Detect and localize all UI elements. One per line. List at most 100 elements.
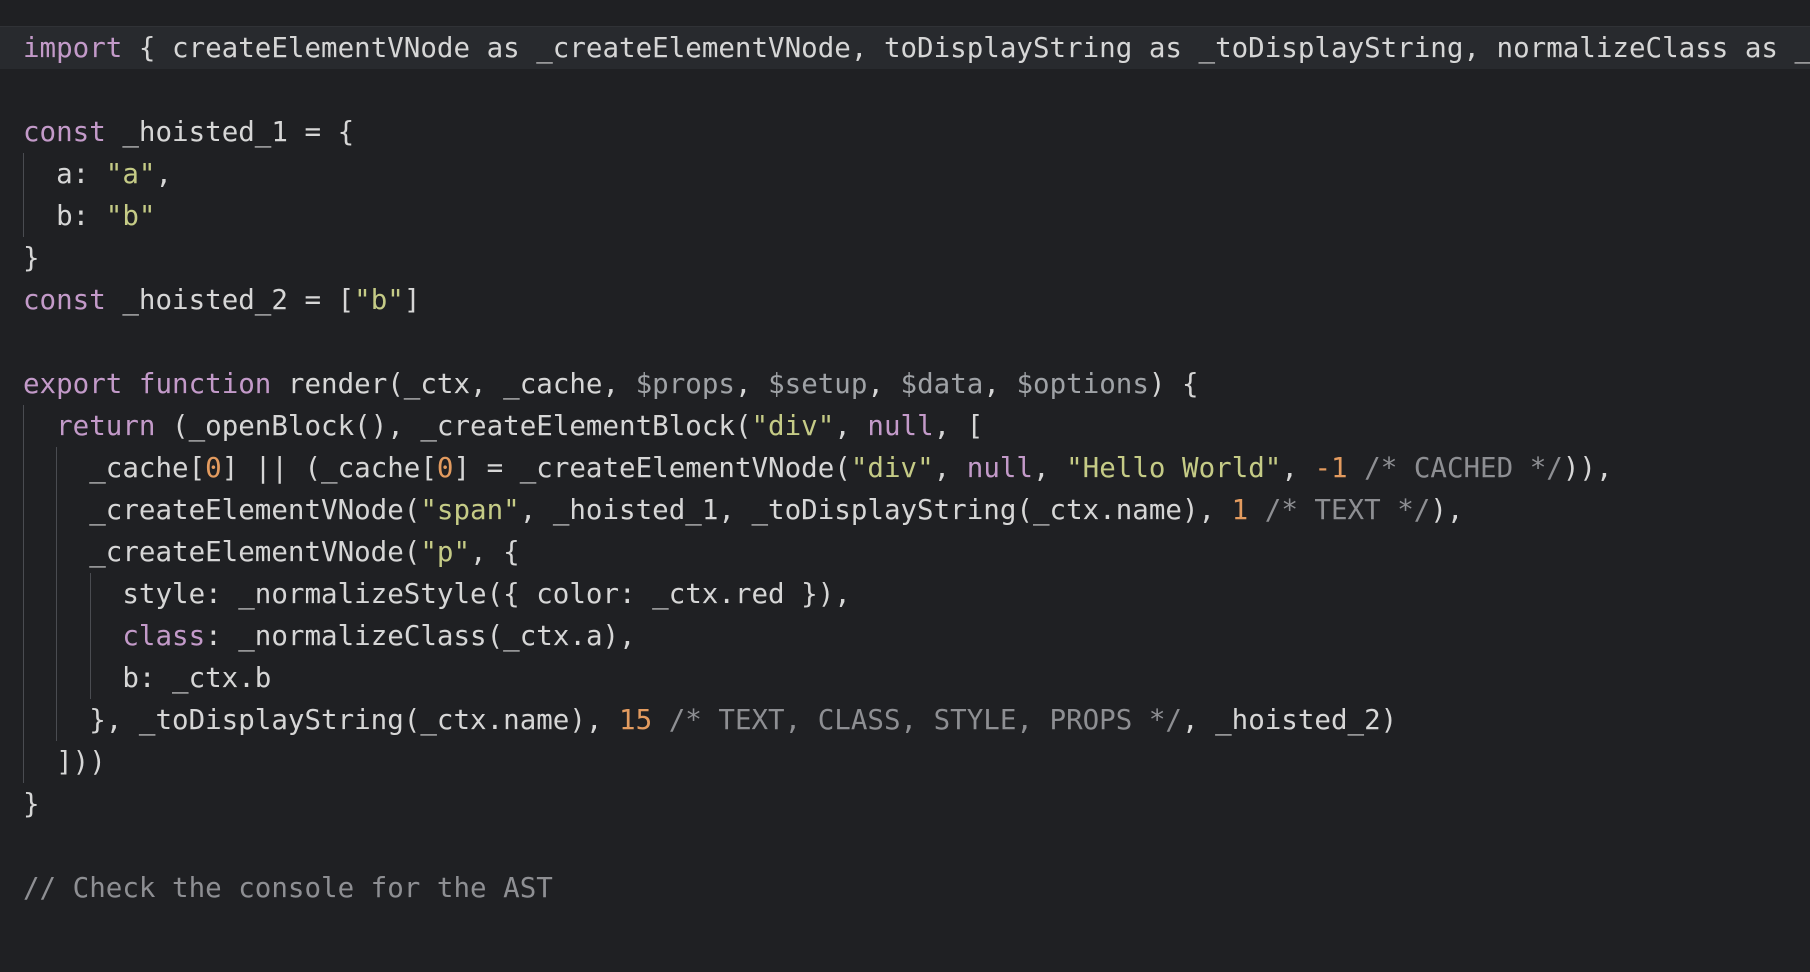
code-text: , [834, 410, 868, 442]
code-text: _createElementVNode( [23, 536, 421, 568]
code-line[interactable]: ])) [0, 741, 1810, 783]
code-line[interactable]: } [0, 783, 1810, 825]
code-line[interactable]: style: _normalizeStyle({ color: _ctx.red… [0, 573, 1810, 615]
code-line[interactable]: export function render(_ctx, _cache, $pr… [0, 363, 1810, 405]
code-text: , [867, 368, 901, 400]
code-keyword: export [23, 368, 123, 400]
code-text: , [155, 158, 173, 190]
code-text: _cache[ [23, 452, 206, 484]
code-string: "Hello World" [1066, 452, 1282, 484]
code-text: , { [470, 536, 520, 568]
indent-guide [56, 657, 57, 699]
code-string: "a" [105, 158, 156, 190]
code-text: b: _ctx.b [23, 662, 272, 694]
code-text: a: [23, 158, 106, 190]
code-line[interactable] [0, 321, 1810, 363]
code-editor[interactable]: import { createElementVNode as _createEl… [0, 0, 1810, 972]
indent-guide [23, 195, 24, 237]
code-string: "span" [420, 494, 520, 526]
code-line[interactable] [0, 69, 1810, 111]
code-text: b: [23, 200, 106, 232]
code-text: , [933, 452, 967, 484]
indent-guide [23, 699, 24, 741]
indent-guide [90, 657, 91, 699]
indent-guide [23, 615, 24, 657]
code-line[interactable]: return (_openBlock(), _createElementBloc… [0, 405, 1810, 447]
code-line[interactable]: _createElementVNode("p", { [0, 531, 1810, 573]
code-number: 0 [436, 452, 454, 484]
code-line[interactable]: class: _normalizeClass(_ctx.a), [0, 615, 1810, 657]
code-string: "div" [850, 452, 934, 484]
code-text: ])) [23, 746, 106, 778]
code-text: style: _normalizeStyle({ color: _ctx.red… [23, 578, 851, 610]
code-variable: $data [900, 368, 984, 400]
code-text: _hoisted_2 = [ [105, 284, 355, 316]
code-line[interactable]: b: "b" [0, 195, 1810, 237]
code-view[interactable]: import { createElementVNode as _createEl… [0, 27, 1810, 909]
indent-guide [23, 741, 24, 783]
code-text: }, _toDisplayString(_ctx.name), [23, 704, 620, 736]
indent-guide [56, 615, 57, 657]
indent-guide [90, 573, 91, 615]
code-keyword: null [966, 452, 1033, 484]
indent-guide [56, 447, 57, 489]
code-line[interactable]: const _hoisted_1 = { [0, 111, 1810, 153]
code-number: 0 [205, 452, 222, 484]
code-keyword: const [23, 116, 106, 148]
code-line[interactable]: b: _ctx.b [0, 657, 1810, 699]
code-text: _hoisted_1 = { [105, 116, 355, 148]
indent-guide [23, 153, 24, 195]
code-line[interactable]: _createElementVNode("span", _hoisted_1, … [0, 489, 1810, 531]
code-string: "b" [105, 200, 156, 232]
code-text: , _hoisted_1, _toDisplayString(_ctx.name… [519, 494, 1232, 526]
indent-guide [23, 531, 24, 573]
code-text: (_openBlock(), _createElementBlock( [155, 410, 752, 442]
indent-guide [56, 573, 57, 615]
indent-guide [23, 489, 24, 531]
code-number: 15 [619, 704, 653, 736]
code-text: , [ [933, 410, 984, 442]
code-text: , [1033, 452, 1067, 484]
code-keyword: class [122, 620, 206, 652]
code-text: ] || (_cache[ [221, 452, 437, 484]
code-text: ), [1430, 494, 1464, 526]
code-line[interactable]: // Check the console for the AST [0, 867, 1810, 909]
indent-guide [56, 531, 57, 573]
code-comment: /* TEXT, CLASS, STYLE, PROPS */ [652, 704, 1182, 736]
code-text: : _normalizeClass(_ctx.a), [205, 620, 636, 652]
code-text: , _hoisted_2) [1181, 704, 1398, 736]
indent-guide [23, 657, 24, 699]
code-comment: /* TEXT */ [1248, 494, 1431, 526]
code-text: , [983, 368, 1017, 400]
code-number: 1 [1231, 494, 1249, 526]
code-text: , [1281, 452, 1315, 484]
indent-guide [23, 405, 24, 447]
code-text: } [23, 788, 40, 820]
code-comment: // Check the console for the AST [23, 872, 553, 904]
code-variable: $props [635, 368, 735, 400]
indent-guide [56, 489, 57, 531]
code-line[interactable]: a: "a", [0, 153, 1810, 195]
indent-guide [90, 615, 91, 657]
code-text: , [734, 368, 769, 400]
code-line[interactable]: _cache[0] || (_cache[0] = _createElement… [0, 447, 1810, 489]
code-text: render(_ctx, _cache, [271, 368, 636, 400]
code-line[interactable]: } [0, 237, 1810, 279]
code-text: ] [403, 284, 421, 316]
code-keyword: import [23, 32, 123, 64]
code-string: "p" [420, 536, 471, 568]
code-number: -1 [1314, 452, 1348, 484]
code-line[interactable] [0, 825, 1810, 867]
code-text: ] = _createElementVNode( [453, 452, 851, 484]
indent-guide [23, 573, 24, 615]
indent-guide [23, 447, 24, 489]
code-line[interactable]: }, _toDisplayString(_ctx.name), 15 /* TE… [0, 699, 1810, 741]
code-line[interactable]: import { createElementVNode as _createEl… [0, 27, 1810, 69]
code-keyword: function [138, 368, 272, 400]
code-keyword: const [23, 284, 106, 316]
code-line[interactable]: const _hoisted_2 = ["b"] [0, 279, 1810, 321]
code-text: )), [1562, 452, 1613, 484]
